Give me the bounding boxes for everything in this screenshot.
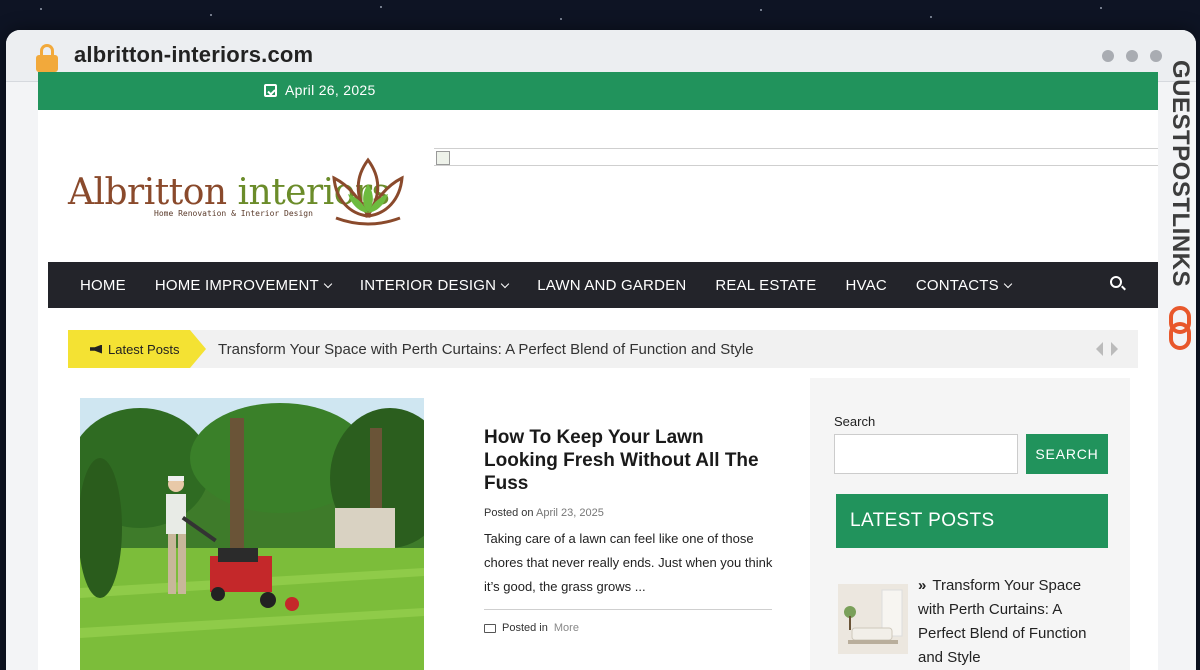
post-date-link[interactable]: April 23, 2025 <box>536 507 604 519</box>
lock-icon <box>36 44 58 72</box>
latest-post-link[interactable]: » Transform Your Space with Perth Curtain… <box>918 574 1098 670</box>
nav-item-lawn-and-garden[interactable]: LAWN AND GARDEN <box>537 277 686 294</box>
star-decoration <box>560 18 562 20</box>
star-decoration <box>40 8 42 10</box>
window-controls <box>1102 50 1162 62</box>
window-dot-icon[interactable] <box>1150 50 1162 62</box>
search-label: Search <box>834 414 876 429</box>
nav-item-home[interactable]: HOME <box>80 277 126 294</box>
link-logo-icon <box>1169 306 1191 350</box>
ticker-headline[interactable]: Transform Your Space with Perth Curtains… <box>218 341 754 358</box>
star-decoration <box>930 16 932 18</box>
star-decoration <box>210 14 212 16</box>
sidebar: Search SEARCH LATEST POSTS » Transform Yo… <box>810 378 1130 670</box>
calendar-icon <box>264 83 277 97</box>
main-nav: HOME HOME IMPROVEMENT INTERIOR DESIGN LA… <box>48 262 1158 308</box>
post-title[interactable]: How To Keep Your Lawn Looking Fresh With… <box>484 426 774 495</box>
nav-item-home-improvement[interactable]: HOME IMPROVEMENT <box>155 277 333 294</box>
chevron-down-icon <box>1003 279 1013 288</box>
guestpostlinks-watermark: GUESTPOSTLINKS <box>1164 60 1200 360</box>
latest-post-thumbnail[interactable] <box>838 584 908 654</box>
watermark-text: GUESTPOSTLINKS <box>1167 60 1194 288</box>
nav-item-interior-design[interactable]: INTERIOR DESIGN <box>360 277 510 294</box>
megaphone-icon <box>90 344 102 354</box>
search-icon[interactable] <box>1110 276 1122 288</box>
folder-icon <box>484 623 496 633</box>
latest-posts-ticker: Latest Posts Transform Your Space with P… <box>68 330 1138 368</box>
header-date: April 26, 2025 <box>264 82 376 98</box>
logo-tagline: Home Renovation & Interior Design <box>154 209 313 218</box>
divider <box>484 609 772 610</box>
chevron-down-icon <box>323 279 333 288</box>
star-decoration <box>760 9 762 11</box>
window-dot-icon[interactable] <box>1126 50 1138 62</box>
top-bar: April 26, 2025 <box>38 72 1158 110</box>
latest-posts-heading: LATEST POSTS <box>836 494 1108 548</box>
ticker-label: Latest Posts <box>68 330 206 368</box>
search-input[interactable] <box>834 434 1018 474</box>
post-excerpt: Taking care of a lawn can feel like one … <box>484 531 773 594</box>
post-date: Posted on April 23, 2025 <box>484 507 604 519</box>
header-banner[interactable] <box>434 148 1158 166</box>
nav-item-real-estate[interactable]: REAL ESTATE <box>715 277 816 294</box>
site-logo[interactable]: Albritton interiors Home Renovation & In… <box>68 152 408 232</box>
search-button[interactable]: SEARCH <box>1026 434 1108 474</box>
broken-image-icon <box>436 151 450 165</box>
ticker-arrows <box>1096 342 1118 356</box>
website-content: April 26, 2025 Albritton interiors Home … <box>38 72 1158 670</box>
lotus-logo-icon <box>332 157 404 226</box>
date-text: April 26, 2025 <box>285 82 376 98</box>
star-decoration <box>380 6 382 8</box>
post-summary: How To Keep Your Lawn Looking Fresh With… <box>484 426 774 634</box>
chevron-down-icon <box>500 279 510 288</box>
star-decoration <box>1100 7 1102 9</box>
post-featured-image[interactable] <box>80 398 424 670</box>
arrow-right-icon[interactable] <box>1111 342 1118 356</box>
url-text[interactable]: albritton-interiors.com <box>74 42 313 68</box>
category-link[interactable]: More <box>554 622 579 634</box>
post-category: Posted in More <box>484 622 774 634</box>
nav-item-hvac[interactable]: HVAC <box>845 277 886 294</box>
window-dot-icon[interactable] <box>1102 50 1114 62</box>
arrow-left-icon[interactable] <box>1096 342 1103 356</box>
nav-item-contacts[interactable]: CONTACTS <box>916 277 1013 294</box>
